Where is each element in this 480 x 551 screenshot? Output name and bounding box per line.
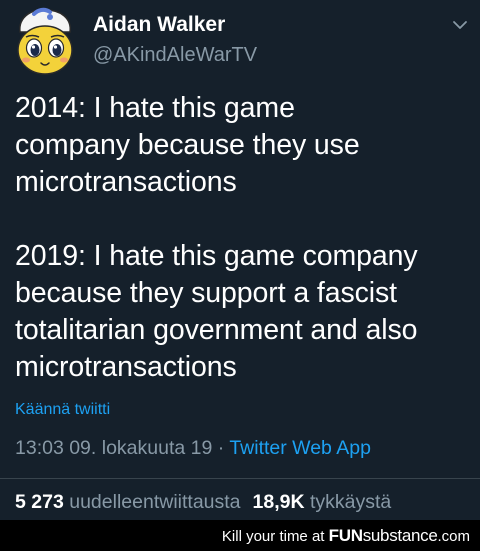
translate-tweet-link[interactable]: Käännä twiitti bbox=[15, 401, 110, 419]
retweet-label: uudelleentwiittausta bbox=[69, 491, 241, 513]
watermark-brand: FUNsubstance bbox=[329, 526, 438, 545]
cartoon-face-avatar-icon bbox=[17, 7, 73, 75]
avatar[interactable] bbox=[12, 6, 78, 76]
like-label: tykkäystä bbox=[310, 491, 392, 513]
watermark-suffix: .com bbox=[437, 528, 470, 545]
watermark-brand-sub: substance bbox=[362, 526, 438, 545]
tweet-body-text: 2014: I hate this game company because t… bbox=[15, 92, 418, 383]
retweet-count: 5 273 bbox=[15, 491, 64, 513]
like-stat[interactable]: 18,9K tykkäystä bbox=[253, 491, 392, 513]
author-handle[interactable]: @AKindAleWarTV bbox=[93, 44, 257, 67]
tweet-stats: 5 273 uudelleentwiittausta 18,9K tykkäyst… bbox=[15, 491, 391, 514]
watermark-brand-fun: FUN bbox=[328, 526, 363, 545]
retweet-stat[interactable]: 5 273 uudelleentwiittausta bbox=[15, 491, 241, 513]
watermark-text: Kill your time at FUNsubstance.com bbox=[222, 526, 470, 546]
tweet-metadata: 13:03 09. lokakuuta 19 · Twitter Web App bbox=[15, 437, 371, 460]
author-name[interactable]: Aidan Walker bbox=[93, 13, 225, 37]
like-count: 18,9K bbox=[252, 491, 305, 513]
watermark-prefix: Kill your time at bbox=[221, 528, 325, 545]
tweet-header: Aidan Walker @AKindAleWarTV bbox=[0, 0, 480, 90]
chevron-down-icon[interactable] bbox=[451, 18, 469, 32]
source-app-link[interactable]: Twitter Web App bbox=[229, 437, 371, 459]
watermark-bar: Kill your time at FUNsubstance.com bbox=[0, 520, 480, 551]
divider bbox=[0, 478, 480, 479]
meta-separator: · bbox=[212, 437, 230, 459]
tweet-timestamp[interactable]: 13:03 09. lokakuuta 19 bbox=[15, 437, 212, 459]
